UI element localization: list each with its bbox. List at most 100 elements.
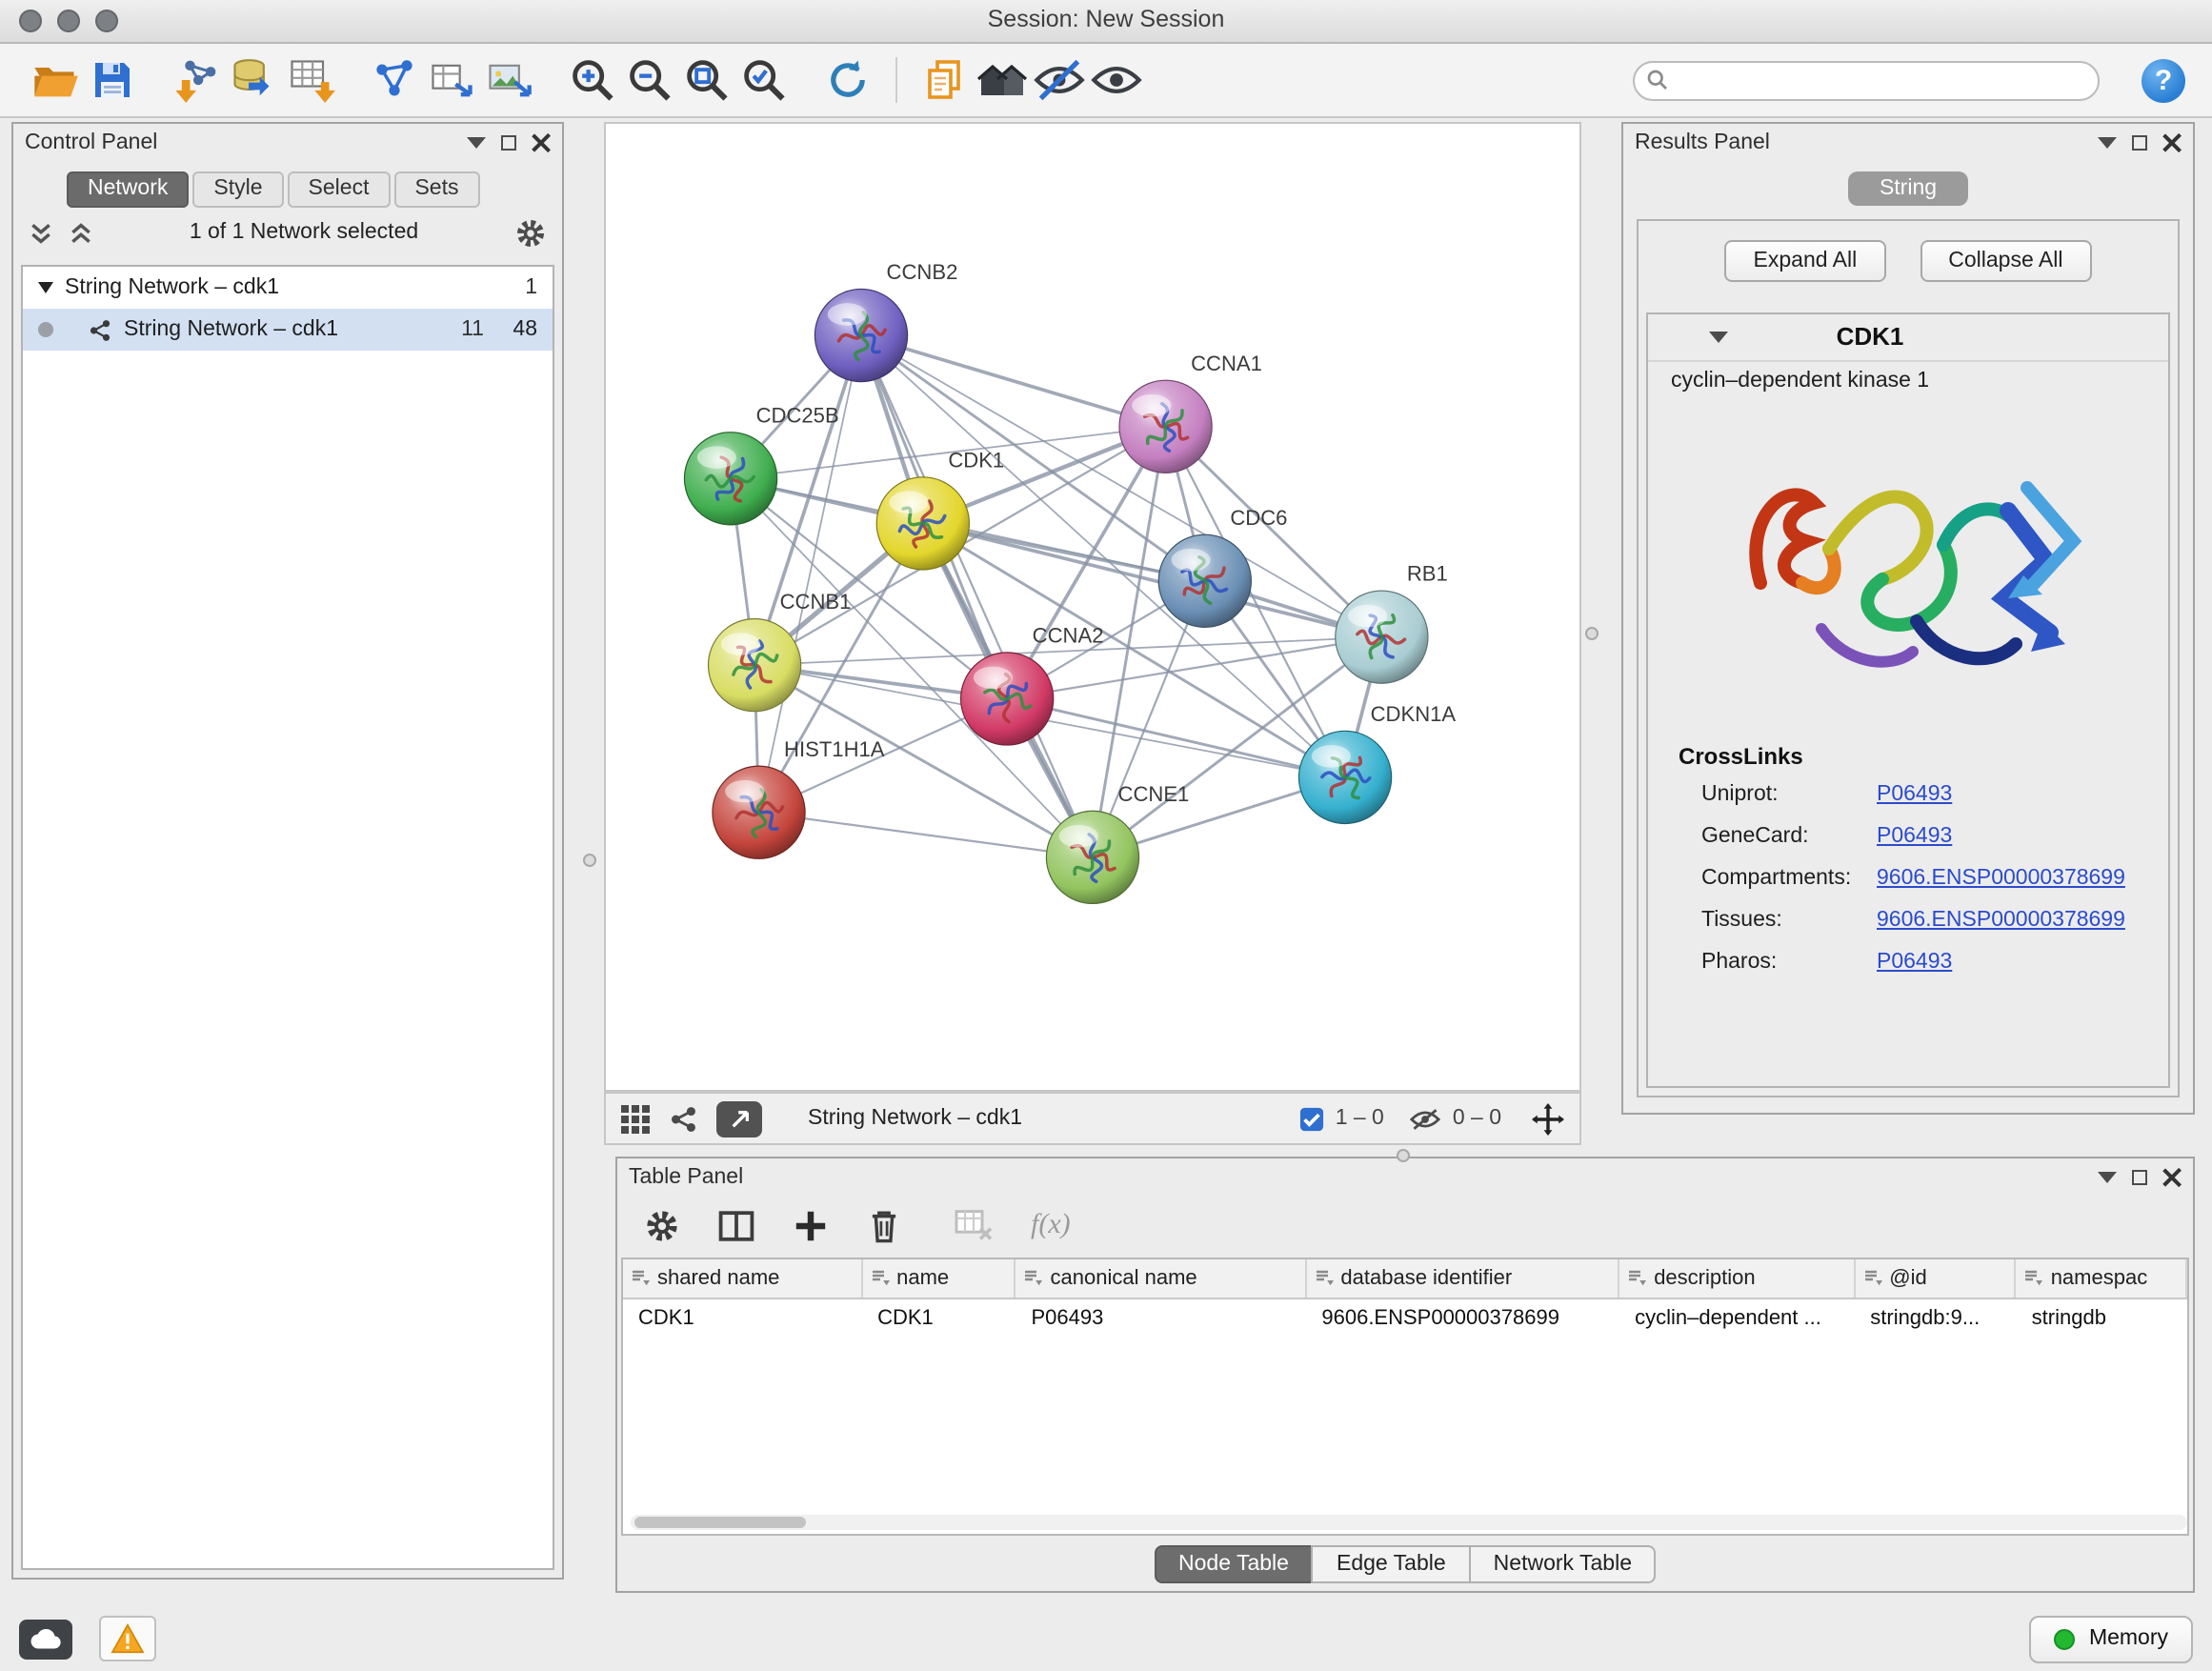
zoom-selected-icon[interactable]: [735, 51, 793, 109]
add-column-icon[interactable]: [793, 1207, 829, 1243]
tab-select[interactable]: Select: [288, 171, 391, 208]
tab-node-table[interactable]: Node Table: [1154, 1545, 1314, 1583]
column-header[interactable]: @id: [1855, 1259, 2016, 1298]
refresh-layout-icon[interactable]: [819, 51, 876, 109]
expand-all-networks-icon[interactable]: [29, 220, 53, 245]
float-panel-icon[interactable]: [501, 135, 516, 151]
crosslink-link[interactable]: 9606.ENSP00000378699: [1877, 909, 2125, 932]
function-builder-icon[interactable]: f(x): [1031, 1209, 1071, 1241]
network-collection-row[interactable]: String Network – cdk1 1: [23, 267, 553, 309]
toolbar-divider: [895, 57, 897, 103]
table-gear-icon[interactable]: [644, 1207, 680, 1243]
birds-eye-view-icon[interactable]: [621, 1104, 650, 1133]
column-header[interactable]: canonical name: [1016, 1259, 1307, 1298]
collapse-all-networks-icon[interactable]: [69, 220, 93, 245]
cloud-button[interactable]: [19, 1619, 72, 1659]
memory-button[interactable]: Memory: [2030, 1615, 2193, 1662]
external-arrow-icon: [729, 1108, 750, 1129]
collapse-panel-icon[interactable]: [2098, 1172, 2117, 1183]
cell-description[interactable]: cyclin–dependent ...: [1619, 1299, 1855, 1336]
splitter-grip[interactable]: [1585, 627, 1599, 640]
crosslink-link[interactable]: P06493: [1877, 825, 1952, 848]
table-panel: Table Panel f(x) shared name name canoni…: [615, 1157, 2195, 1593]
float-panel-icon[interactable]: [2132, 135, 2147, 151]
results-panel-title: Results Panel: [1635, 131, 2098, 154]
network-graph[interactable]: CCNB2CCNA1CDC25BCDK1CDC6RB1CCNB1CCNA2CDK…: [606, 124, 1579, 1090]
cell-shared-name[interactable]: CDK1: [623, 1299, 862, 1336]
cell-name[interactable]: CDK1: [862, 1299, 1016, 1336]
float-panel-icon[interactable]: [2132, 1170, 2147, 1185]
crosslink-row: Tissues: 9606.ENSP00000378699: [1648, 899, 2168, 941]
selected-checkbox-icon[interactable]: [1299, 1106, 1324, 1131]
share-network-icon[interactable]: [669, 1104, 697, 1133]
splitter-grip[interactable]: [1397, 1149, 1410, 1162]
clear-table-icon-disabled: [955, 1208, 993, 1242]
show-all-icon[interactable]: [1088, 51, 1145, 109]
hidden-eye-icon[interactable]: [1411, 1106, 1441, 1131]
collapse-panel-icon[interactable]: [467, 137, 486, 149]
hide-selected-icon[interactable]: [1031, 51, 1088, 109]
network-canvas[interactable]: CCNB2CCNA1CDC25BCDK1CDC6RB1CCNB1CCNA2CDK…: [604, 122, 1581, 1092]
cell-namespace[interactable]: stringdb: [2017, 1299, 2187, 1336]
help-icon[interactable]: ?: [2142, 58, 2185, 102]
tab-sets[interactable]: Sets: [393, 171, 479, 208]
results-panel-header: Results Panel: [1623, 124, 2193, 162]
copy-icon[interactable]: [916, 51, 974, 109]
network-label: String Network – cdk1: [124, 318, 338, 341]
zoom-out-icon[interactable]: [621, 51, 678, 109]
home-icon[interactable]: [974, 51, 1031, 109]
horizontal-scrollbar[interactable]: [631, 1515, 2187, 1530]
network-from-table-icon[interactable]: [423, 51, 480, 109]
new-network-icon[interactable]: [366, 51, 423, 109]
collapse-all-button[interactable]: Collapse All: [1920, 240, 2091, 282]
import-table-icon[interactable]: [282, 51, 339, 109]
tab-edge-table[interactable]: Edge Table: [1312, 1545, 1471, 1583]
close-panel-icon[interactable]: [2162, 1168, 2182, 1187]
crosslink-link[interactable]: 9606.ENSP00000378699: [1877, 867, 2125, 890]
table-header-row: shared name name canonical name database…: [623, 1259, 2187, 1299]
column-header[interactable]: description: [1619, 1259, 1855, 1298]
tree-expander-icon[interactable]: [38, 282, 53, 293]
status-bar: Memory: [0, 1606, 2212, 1671]
network-from-image-icon[interactable]: [480, 51, 537, 109]
cell-database-identifier[interactable]: 9606.ENSP00000378699: [1306, 1299, 1619, 1336]
network-bullet-icon: [38, 322, 53, 337]
table-row[interactable]: CDK1 CDK1 P06493 9606.ENSP00000378699 cy…: [623, 1299, 2187, 1336]
column-header[interactable]: shared name: [623, 1259, 862, 1298]
column-header[interactable]: namespac: [2017, 1259, 2187, 1298]
network-row[interactable]: String Network – cdk1 11 48: [23, 309, 553, 351]
show-columns-icon[interactable]: [718, 1207, 754, 1243]
svg-text:CDKN1A: CDKN1A: [1371, 702, 1457, 726]
search-input[interactable]: [1633, 60, 2100, 100]
close-panel-icon[interactable]: [2162, 133, 2182, 152]
svg-text:RB1: RB1: [1407, 562, 1448, 586]
warning-button[interactable]: [99, 1616, 156, 1661]
import-network-file-icon[interactable]: [168, 51, 225, 109]
zoom-in-icon[interactable]: [564, 51, 621, 109]
cell-canonical-name[interactable]: P06493: [1016, 1299, 1307, 1336]
pan-mode-icon[interactable]: [1532, 1102, 1564, 1135]
detach-view-button[interactable]: [716, 1100, 762, 1137]
column-header[interactable]: name: [862, 1259, 1016, 1298]
import-network-database-icon[interactable]: [225, 51, 282, 109]
column-header[interactable]: database identifier: [1306, 1259, 1619, 1298]
save-session-icon[interactable]: [84, 51, 141, 109]
cell-id[interactable]: stringdb:9...: [1855, 1299, 2016, 1336]
close-panel-icon[interactable]: [532, 133, 551, 152]
gear-icon[interactable]: [514, 216, 547, 249]
tab-network[interactable]: Network: [67, 171, 189, 208]
splitter-grip[interactable]: [583, 854, 596, 867]
tab-string[interactable]: String: [1849, 171, 1967, 206]
scrollbar-thumb[interactable]: [634, 1517, 806, 1528]
tab-network-table[interactable]: Network Table: [1469, 1545, 1657, 1583]
delete-column-icon[interactable]: [867, 1207, 901, 1243]
crosslink-label: GeneCard:: [1701, 825, 1877, 848]
zoom-fit-icon[interactable]: [678, 51, 735, 109]
expand-all-button[interactable]: Expand All: [1725, 240, 1886, 282]
gene-header[interactable]: CDK1: [1648, 314, 2168, 362]
open-session-icon[interactable]: [27, 51, 84, 109]
tab-style[interactable]: Style: [192, 171, 283, 208]
crosslink-link[interactable]: P06493: [1877, 951, 1952, 974]
crosslink-link[interactable]: P06493: [1877, 783, 1952, 806]
collapse-panel-icon[interactable]: [2098, 137, 2117, 149]
